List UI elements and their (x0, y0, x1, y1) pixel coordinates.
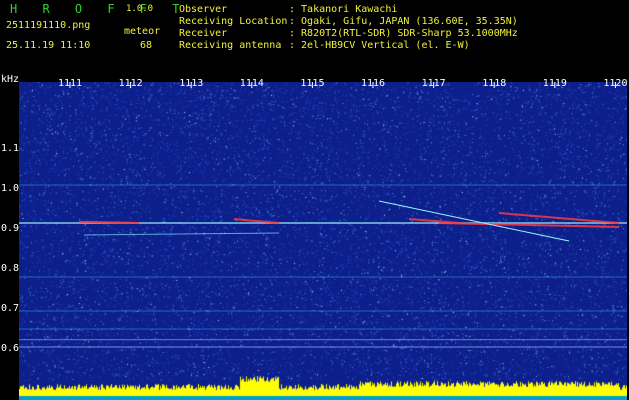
y-tick-label: 0.7 (1, 303, 20, 314)
meteor-echo (78, 220, 140, 224)
app-title: H R O F F T (10, 2, 189, 16)
location-value: : Ogaki, Gifu, JAPAN (136.60E, 35.35N) (289, 16, 518, 27)
receiver-value: : R820T2(RTL-SDR) SDR-Sharp 53.1000MHz (289, 28, 518, 39)
observer-value: : Takanori Kawachi (289, 4, 398, 15)
spectrogram-plot (19, 82, 627, 400)
x-tick-label: 1120 (603, 78, 628, 89)
x-tick-label: 1112 (118, 78, 143, 89)
x-tick-label: 1117 (421, 78, 446, 89)
receiver-label: Receiver (179, 28, 228, 39)
event-count: 68 (140, 40, 153, 51)
y-tick-label: 0.8 (1, 263, 20, 274)
location-label: Receiving Location (179, 16, 288, 27)
x-tick-label: 1111 (58, 78, 83, 89)
meteor-trail (378, 200, 570, 242)
app-version: 1.0.0 (126, 4, 154, 14)
meteor-trail (83, 232, 280, 236)
y-tick-label: 1.1 (1, 143, 20, 154)
date-time: 25.11.19 11:10 (6, 40, 91, 51)
x-tick-label: 1118 (482, 78, 507, 89)
y-tick-label: 0.9 (1, 223, 20, 234)
x-tick-label: 1115 (300, 78, 325, 89)
y-axis-unit-label: kHz (1, 74, 20, 85)
x-tick-label: 1114 (239, 78, 264, 89)
y-tick-label: 0.6 (1, 343, 20, 354)
file-name: 2511191110.png (6, 20, 91, 31)
antenna-label: Receiving antenna (179, 40, 282, 51)
y-tick-label: 1.0 (1, 183, 20, 194)
antenna-value: : 2el-HB9CV Vertical (el. E-W) (289, 40, 470, 51)
meteor-echo (498, 212, 620, 224)
x-tick-label: 1113 (179, 78, 204, 89)
observer-label: Observer (179, 4, 228, 15)
x-tick-label: 1119 (542, 78, 567, 89)
header-panel: H R O F F T 1.0.0 2511191110.png 25.11.1… (0, 0, 629, 80)
event-type-label: meteor (124, 26, 161, 37)
x-tick-label: 1116 (361, 78, 386, 89)
spectrogram-overlay (19, 82, 627, 348)
